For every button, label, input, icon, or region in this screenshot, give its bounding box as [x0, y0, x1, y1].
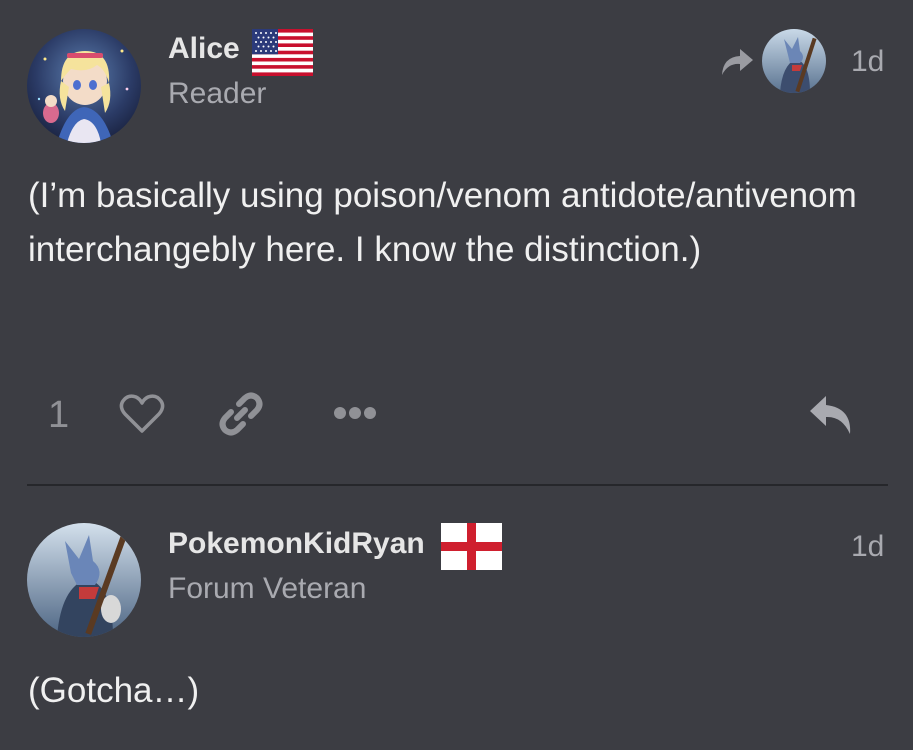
wolf-avatar-image — [27, 523, 141, 637]
post-date[interactable]: 1d — [851, 530, 884, 564]
username[interactable]: PokemonKidRyan — [168, 527, 425, 561]
england-flag-icon — [441, 523, 502, 575]
user-title: Forum Veteran — [168, 572, 367, 605]
avatar[interactable] — [27, 523, 141, 637]
post-pokemonkidryan: PokemonKidRyan Forum Veteran 1d (Gotcha…… — [0, 0, 913, 750]
post-body: (Gotcha…) — [28, 671, 200, 710]
